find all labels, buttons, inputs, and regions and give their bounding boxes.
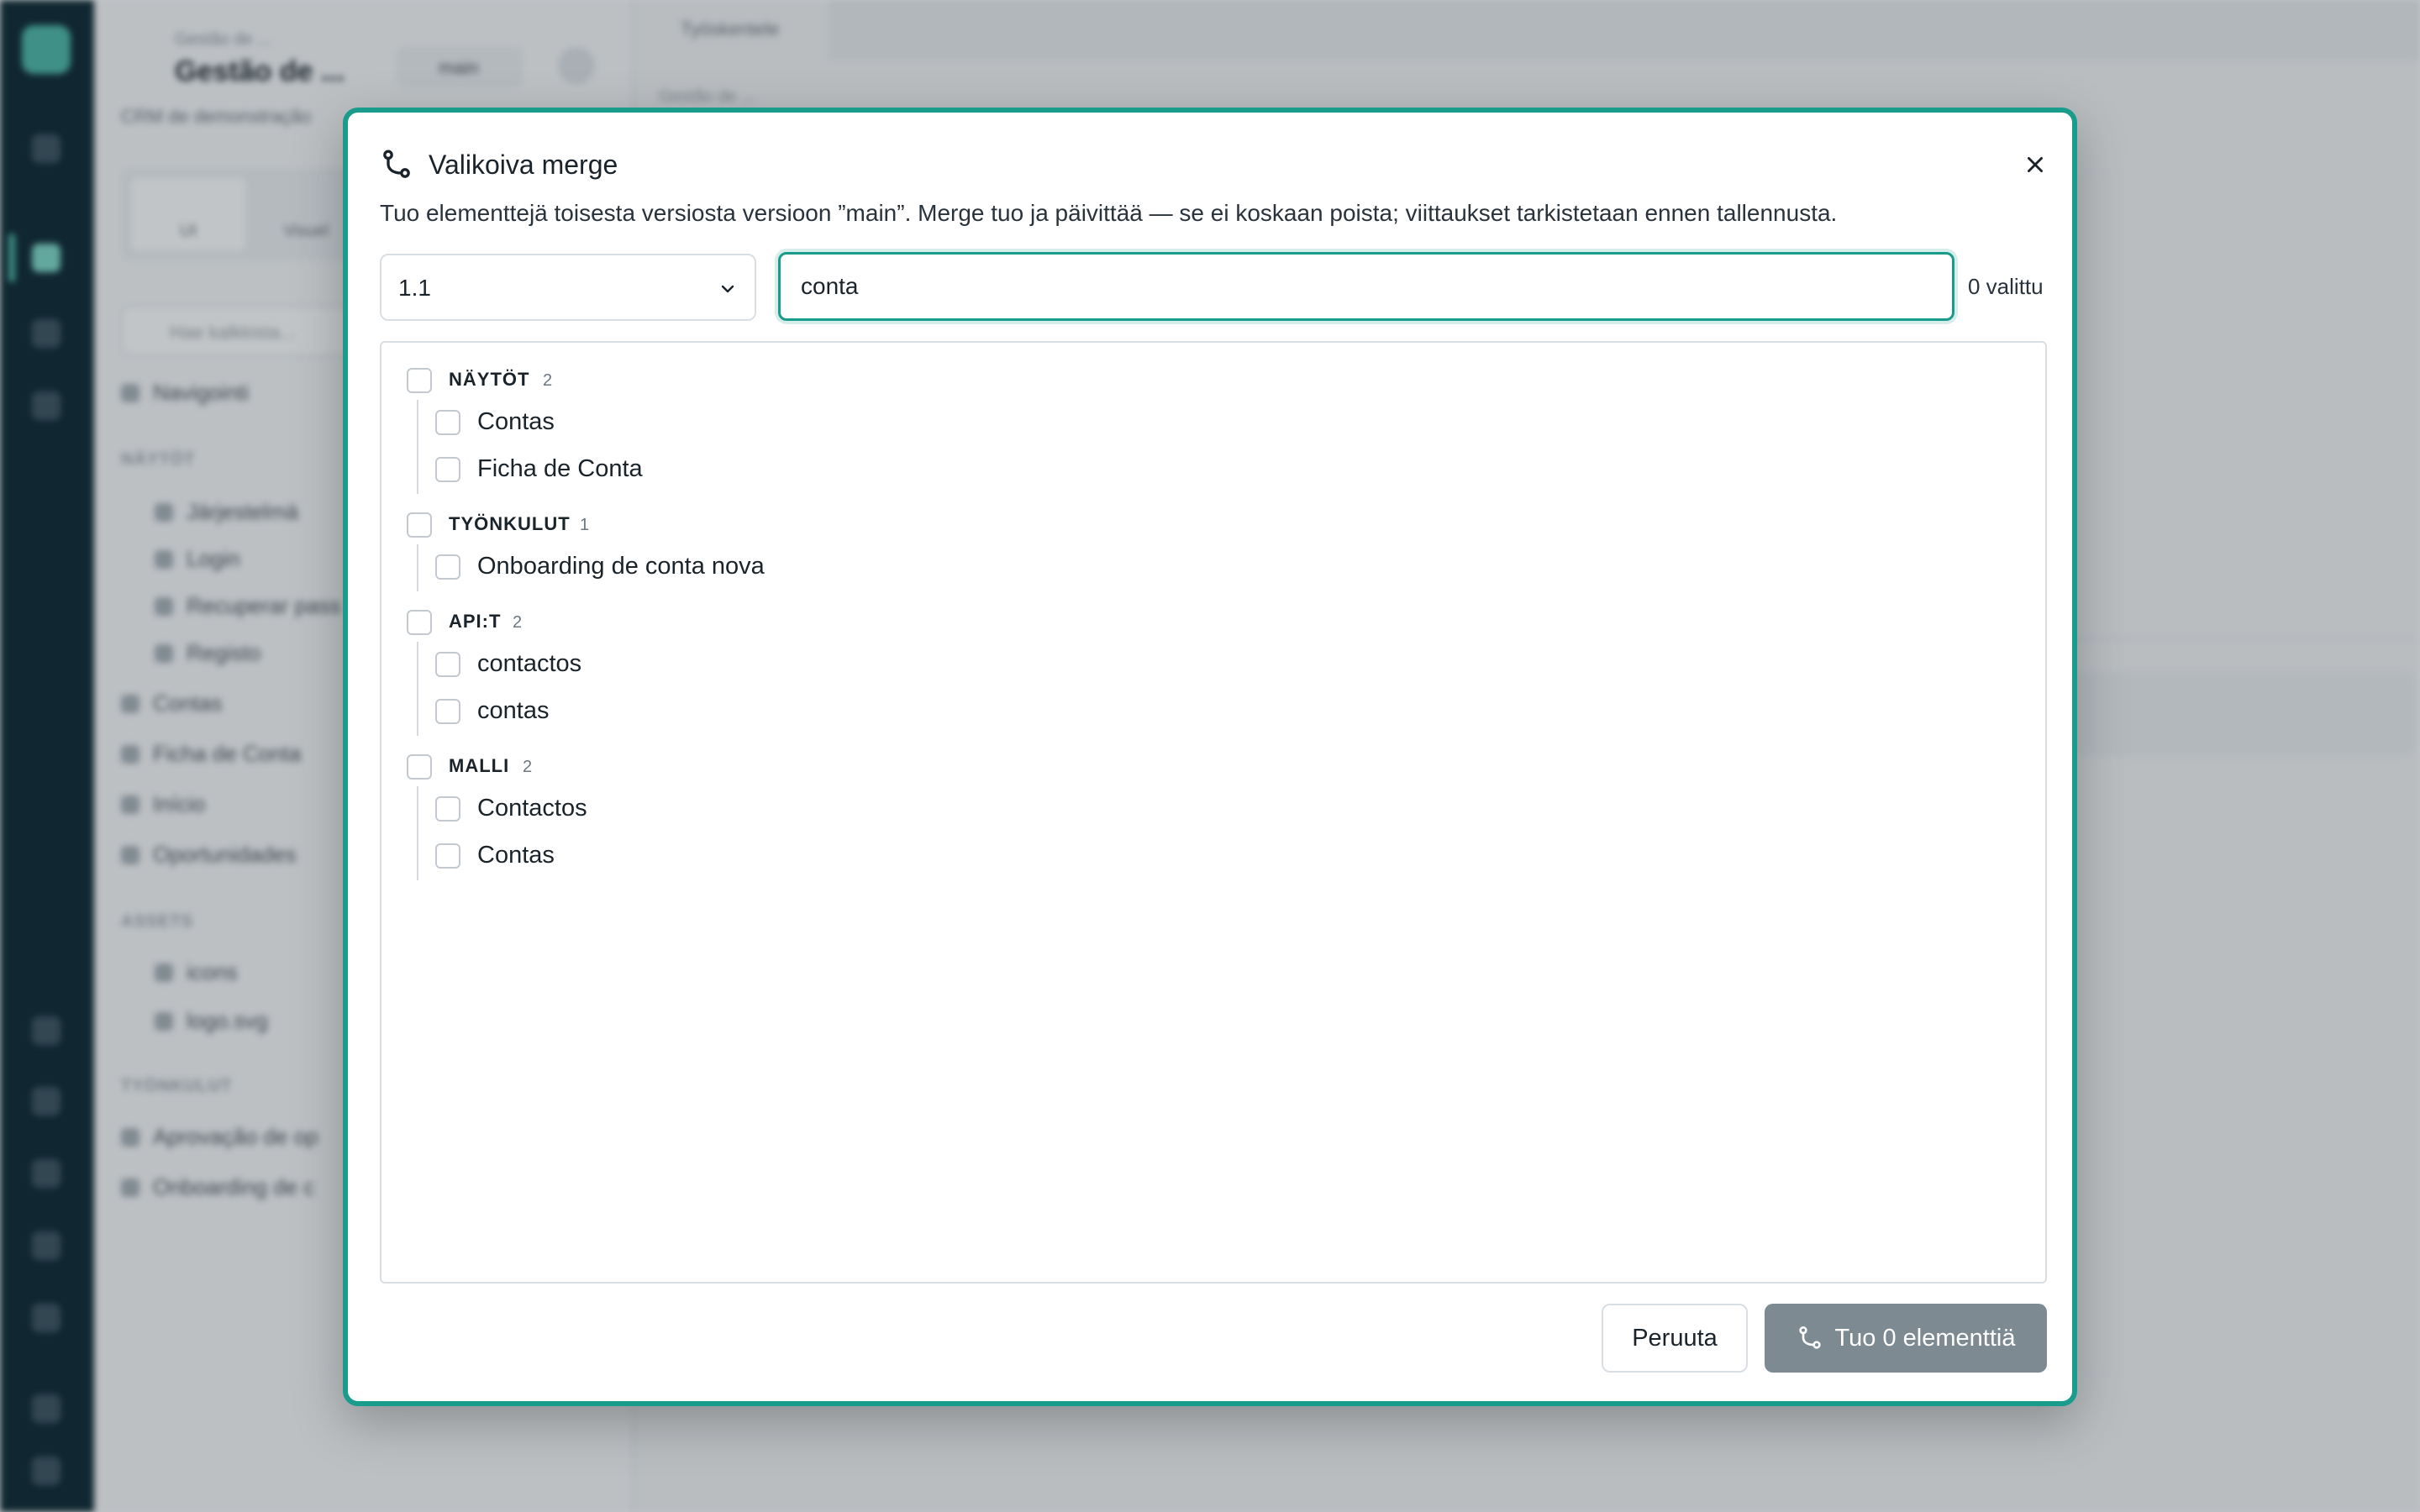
item-label[interactable]: contas <box>477 696 549 726</box>
import-button-label: Tuo 0 elementtiä <box>1834 1324 2016 1352</box>
item-checkbox[interactable] <box>435 699 460 724</box>
item-checkbox[interactable] <box>435 410 460 435</box>
group-checkbox-views[interactable] <box>407 368 432 393</box>
source-version-select[interactable]: 1.1 <box>380 254 756 321</box>
item-label[interactable]: Ficha de Conta <box>477 454 643 484</box>
item-checkbox[interactable] <box>435 843 460 869</box>
item-checkbox[interactable] <box>435 796 460 822</box>
tree-connector <box>417 642 418 736</box>
close-button[interactable] <box>2017 146 2054 183</box>
group-label: TYÖNKULUT <box>449 513 571 534</box>
selected-version: 1.1 <box>398 275 431 301</box>
selected-count: 0 valittu <box>1968 274 2044 299</box>
group-count: 2 <box>523 758 533 776</box>
tree-connector <box>417 544 418 591</box>
dialog-description: Tuo elementtejä toisesta versiosta versi… <box>380 200 1838 226</box>
git-merge-icon <box>1798 1326 1821 1349</box>
tree-connector <box>417 786 418 880</box>
selective-merge-dialog: Valikoiva merge Tuo elementtejä toisesta… <box>343 108 2077 1406</box>
group-checkbox-apis[interactable] <box>407 610 432 635</box>
group-count: 1 <box>580 516 590 534</box>
item-label[interactable]: Onboarding de conta nova <box>477 551 765 581</box>
git-merge-icon <box>383 150 410 178</box>
item-label[interactable]: contactos <box>477 648 581 679</box>
item-checkbox[interactable] <box>435 652 460 677</box>
close-icon <box>2028 157 2043 172</box>
group-checkbox-workflows[interactable] <box>407 512 432 538</box>
item-label[interactable]: Contactos <box>477 793 587 823</box>
dialog-title: Valikoiva merge <box>429 150 618 180</box>
element-tree: NÄYTÖT 2 Contas Ficha de Conta TYÖNKULUT… <box>380 341 2047 1284</box>
group-label: MALLI <box>449 755 510 776</box>
group-count: 2 <box>513 613 523 632</box>
chevron-down-icon <box>721 285 734 293</box>
import-button[interactable]: Tuo 0 elementtiä <box>1765 1304 2047 1373</box>
item-label[interactable]: Contas <box>477 840 555 870</box>
group-label: API:T <box>449 611 502 632</box>
item-checkbox[interactable] <box>435 457 460 482</box>
item-checkbox[interactable] <box>435 554 460 580</box>
item-label[interactable]: Contas <box>477 407 555 437</box>
group-count: 2 <box>543 371 553 390</box>
group-checkbox-model[interactable] <box>407 754 432 780</box>
group-label: NÄYTÖT <box>449 369 530 390</box>
search-input[interactable] <box>778 252 1954 321</box>
tree-connector <box>417 400 418 494</box>
cancel-button[interactable]: Peruuta <box>1602 1304 1748 1373</box>
